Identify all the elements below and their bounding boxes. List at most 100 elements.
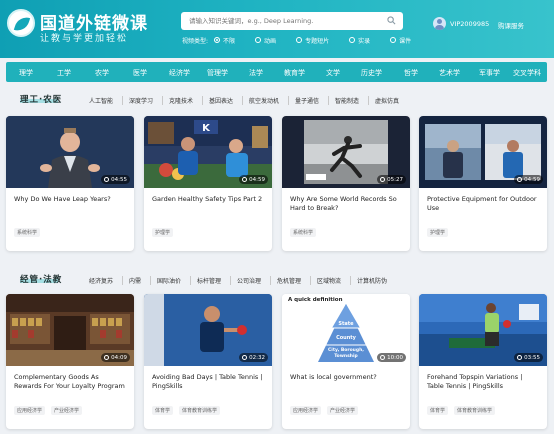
topic-tag[interactable]: 智能制造	[335, 96, 359, 105]
duration-badge: 04:09	[101, 353, 130, 362]
pyramid-level-county: County	[336, 335, 356, 341]
topic-tag[interactable]: 危机管理	[277, 276, 301, 285]
video-thumbnail[interactable]: A quick definition State County City, Bo…	[282, 294, 410, 366]
tag-divider	[122, 276, 123, 285]
video-thumbnail[interactable]: 04:09	[6, 294, 134, 366]
category-item[interactable]: 管理学	[207, 68, 228, 78]
video-card[interactable]: 05:27 Why Are Some World Records So Hard…	[282, 116, 410, 251]
video-thumbnail[interactable]: 03:55	[419, 294, 547, 366]
video-card[interactable]: 04:09 Complementary Goods As Rewards For…	[6, 294, 134, 429]
tag-divider	[150, 276, 151, 285]
topic-tag[interactable]: 克隆技术	[169, 96, 193, 105]
video-card[interactable]: K 04:59 Garden Healthy Safety Tips Part …	[144, 116, 272, 251]
radio-icon	[390, 37, 397, 43]
video-title[interactable]: Why Are Some World Records So Hard to Br…	[290, 195, 404, 213]
radio-icon	[349, 37, 356, 43]
category-item[interactable]: 文学	[326, 68, 340, 78]
filter-option-animation[interactable]: 动画	[255, 36, 276, 45]
section-title: 经管·法教	[20, 275, 63, 285]
topic-tag[interactable]: 内需	[129, 276, 141, 285]
topic-tag[interactable]: 航空发动机	[249, 96, 279, 105]
duration-badge: 04:59	[514, 175, 543, 184]
subject-tag: 体育学	[427, 406, 449, 415]
play-icon	[380, 355, 386, 360]
purchase-service-link[interactable]: 购课服务	[498, 20, 524, 30]
subject-tag: 体育教育训练学	[454, 406, 496, 415]
topic-tag[interactable]: 公司治理	[237, 276, 261, 285]
subject-tag: 产业经济学	[327, 406, 359, 415]
duration-badge: 04:59	[239, 175, 268, 184]
filter-option-slides[interactable]: 课件	[390, 36, 411, 45]
video-card[interactable]: 03:55 Forehand Topspin Variations | Tabl…	[419, 294, 547, 429]
search-input[interactable]	[181, 12, 403, 30]
topic-tag[interactable]: 国际油价	[157, 276, 181, 285]
category-item[interactable]: 医学	[133, 68, 147, 78]
video-thumbnail[interactable]: 04:55	[6, 116, 134, 188]
topic-tag[interactable]: 基因表达	[209, 96, 233, 105]
filter-option-any[interactable]: 不限	[214, 36, 235, 45]
topic-tag[interactable]: 经济复苏	[89, 276, 113, 285]
play-icon	[517, 355, 523, 360]
video-title[interactable]: Garden Healthy Safety Tips Part 2	[152, 195, 266, 204]
tag-divider	[190, 276, 191, 285]
tag-divider	[350, 276, 351, 285]
category-item[interactable]: 哲学	[404, 68, 418, 78]
video-title[interactable]: Forehand Topspin Variations | Table Tenn…	[427, 373, 541, 391]
topic-tag[interactable]: 量子通信	[295, 96, 319, 105]
video-title[interactable]: Complementary Goods As Rewards For Your …	[14, 373, 128, 391]
radio-icon	[255, 37, 262, 43]
video-title[interactable]: What is local government?	[290, 373, 404, 382]
video-card[interactable]: 02:32 Avoiding Bad Days | Table Tennis |…	[144, 294, 272, 429]
video-title[interactable]: Avoiding Bad Days | Table Tennis | PingS…	[152, 373, 266, 391]
tag-divider	[122, 96, 123, 105]
topic-tag[interactable]: 计算机防伪	[357, 276, 387, 285]
search-icon[interactable]	[387, 16, 396, 25]
category-item[interactable]: 军事学	[479, 68, 500, 78]
category-item[interactable]: 工学	[57, 68, 71, 78]
topic-tag[interactable]: 深度学习	[129, 96, 153, 105]
category-item[interactable]: 交叉学科	[513, 68, 541, 78]
category-item[interactable]: 法学	[249, 68, 263, 78]
radio-icon	[214, 37, 221, 43]
topic-tag[interactable]: 人工智能	[89, 96, 113, 105]
duration-badge: 10:00	[377, 353, 406, 362]
subject-tag: 产业经济学	[51, 406, 83, 415]
video-thumbnail[interactable]: 05:27	[282, 116, 410, 188]
topic-tag[interactable]: 标杆管理	[197, 276, 221, 285]
subject-tag: 系统科学	[14, 228, 41, 237]
header: 国道外链微课 让教与学更加轻松 视频类型: 不限 动画 专题短片 实录 课件 V…	[0, 0, 554, 58]
category-item[interactable]: 教育学	[284, 68, 305, 78]
topic-tag[interactable]: 区域物流	[317, 276, 341, 285]
duration-badge: 04:55	[101, 175, 130, 184]
tag-divider	[310, 276, 311, 285]
category-item[interactable]: 理学	[19, 68, 33, 78]
play-icon	[104, 177, 110, 182]
subject-tag: 应用经济学	[14, 406, 46, 415]
radio-icon	[296, 37, 303, 43]
play-icon	[104, 355, 110, 360]
video-thumbnail[interactable]: 04:59	[419, 116, 547, 188]
video-card[interactable]: A quick definition State County City, Bo…	[282, 294, 410, 429]
filter-option-short[interactable]: 专题短片	[296, 36, 329, 45]
filter-option-recording[interactable]: 实录	[349, 36, 370, 45]
section-title: 理工·农医	[20, 95, 63, 105]
topic-tag[interactable]: 虚拟仿真	[375, 96, 399, 105]
pyramid-level-state: State	[338, 321, 354, 327]
logo-icon[interactable]	[7, 9, 35, 37]
duration-badge: 02:32	[239, 353, 268, 362]
category-item[interactable]: 艺术学	[439, 68, 460, 78]
category-item[interactable]: 经济学	[169, 68, 190, 78]
video-thumbnail[interactable]: 02:32	[144, 294, 272, 366]
avatar[interactable]	[433, 17, 446, 30]
video-thumbnail[interactable]: K 04:59	[144, 116, 272, 188]
video-title[interactable]: Protective Equipment for Outdoor Use	[427, 195, 541, 213]
category-item[interactable]: 历史学	[361, 68, 382, 78]
tag-divider	[242, 96, 243, 105]
category-item[interactable]: 农学	[95, 68, 109, 78]
video-card[interactable]: 04:59 Protective Equipment for Outdoor U…	[419, 116, 547, 251]
video-card[interactable]: 04:55 Why Do We Have Leap Years? 系统科学	[6, 116, 134, 251]
tag-divider	[230, 276, 231, 285]
user-name[interactable]: VIP2009985	[450, 20, 489, 28]
video-title[interactable]: Why Do We Have Leap Years?	[14, 195, 128, 204]
tag-divider	[202, 96, 203, 105]
